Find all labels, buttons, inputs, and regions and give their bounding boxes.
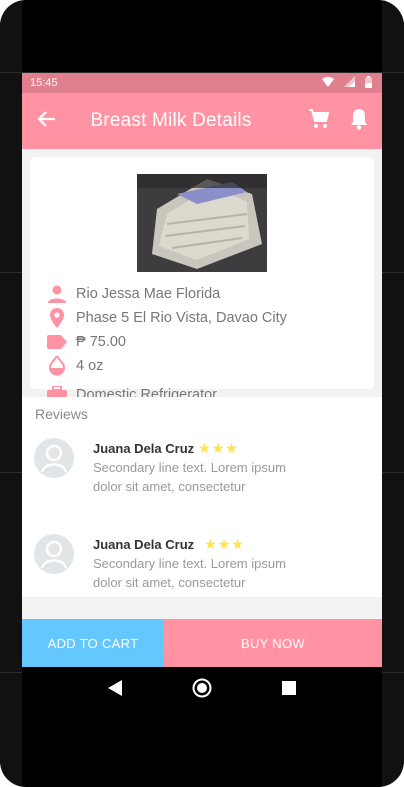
- location-text: Phase 5 El Rio Vista, Davao City: [76, 310, 287, 326]
- nav-recents-button[interactable]: [277, 678, 301, 702]
- nav-back-button[interactable]: [103, 678, 127, 702]
- reviews-title: Reviews: [35, 406, 88, 422]
- product-card: Rio Jessa Mae Florida Phase 5 El Rio Vis…: [30, 157, 374, 404]
- star-rating: ★★★: [198, 440, 239, 456]
- seller-row: Rio Jessa Mae Florida: [44, 282, 360, 306]
- reviewer-name: Juana Dela Cruz: [93, 537, 195, 552]
- system-nav-bar: [22, 667, 382, 713]
- app-bar-actions: [306, 108, 372, 134]
- review-text-line: Secondary line text. Lorem ipsum: [93, 556, 286, 571]
- avatar: [34, 534, 74, 574]
- app-bar: Breast Milk Details: [22, 93, 382, 149]
- location-pin-icon: [46, 307, 68, 329]
- status-icons: [322, 75, 372, 91]
- app-screen: 15:45 Breast Milk Details Rio Jessa Mae …: [22, 73, 382, 667]
- bottom-action-bar: ADD TO CART BUY NOW: [22, 619, 382, 667]
- review-head: Juana Dela Cruz ★★★: [93, 440, 370, 457]
- price-tag-icon: [46, 331, 68, 353]
- notifications-button[interactable]: [346, 108, 372, 134]
- bell-icon: [350, 108, 368, 135]
- list-item[interactable]: Juana Dela Cruz ★★★ Secondary line text.…: [22, 428, 382, 514]
- reviews-section: Reviews Juana Dela Cruz ★★★ Secondary li…: [22, 397, 382, 597]
- wifi-icon: [322, 76, 334, 90]
- price-text: ₱ 75.00: [76, 334, 126, 350]
- list-item[interactable]: Juana Dela Cruz ★★★ Secondary line text.…: [22, 524, 382, 610]
- back-arrow-icon: [37, 110, 56, 132]
- star-rating: ★★★: [204, 536, 245, 552]
- review-body: Juana Dela Cruz ★★★ Secondary line text.…: [93, 438, 370, 514]
- status-time: 15:45: [30, 77, 58, 89]
- review-text-line: dolor sit amet, consectetur: [93, 575, 246, 590]
- person-icon: [46, 283, 68, 305]
- status-bar: 15:45: [22, 73, 382, 93]
- review-body: Juana Dela Cruz ★★★ Secondary line text.…: [93, 534, 370, 610]
- avatar: [34, 438, 74, 478]
- add-to-cart-button[interactable]: ADD TO CART: [22, 619, 164, 667]
- nav-home-button[interactable]: [190, 678, 214, 702]
- seller-name: Rio Jessa Mae Florida: [76, 286, 221, 302]
- cart-icon: [308, 108, 330, 134]
- review-text-line: dolor sit amet, consectetur: [93, 479, 246, 494]
- buy-now-button[interactable]: BUY NOW: [164, 619, 382, 667]
- device-frame: 15:45 Breast Milk Details Rio Jessa Mae …: [0, 0, 404, 787]
- cart-button[interactable]: [306, 108, 332, 134]
- home-circle-icon: [192, 678, 212, 703]
- device-edge-left: [0, 0, 22, 787]
- signal-icon: [344, 76, 355, 90]
- volume-row: 4 oz: [44, 354, 360, 378]
- review-head: Juana Dela Cruz ★★★: [93, 536, 370, 553]
- device-edge-right: [382, 0, 404, 787]
- volume-text: 4 oz: [76, 358, 104, 374]
- review-text-line: Secondary line text. Lorem ipsum: [93, 460, 286, 475]
- back-button[interactable]: [32, 106, 62, 136]
- reviewer-name: Juana Dela Cruz: [93, 441, 195, 456]
- back-triangle-icon: [107, 679, 123, 701]
- page-title: Breast Milk Details: [90, 110, 252, 131]
- price-row: ₱ 75.00: [44, 330, 360, 354]
- recents-square-icon: [281, 680, 296, 700]
- battery-icon: [365, 75, 372, 91]
- product-photo[interactable]: [137, 174, 267, 272]
- drop-icon: [46, 355, 68, 377]
- location-row: Phase 5 El Rio Vista, Davao City: [44, 306, 360, 330]
